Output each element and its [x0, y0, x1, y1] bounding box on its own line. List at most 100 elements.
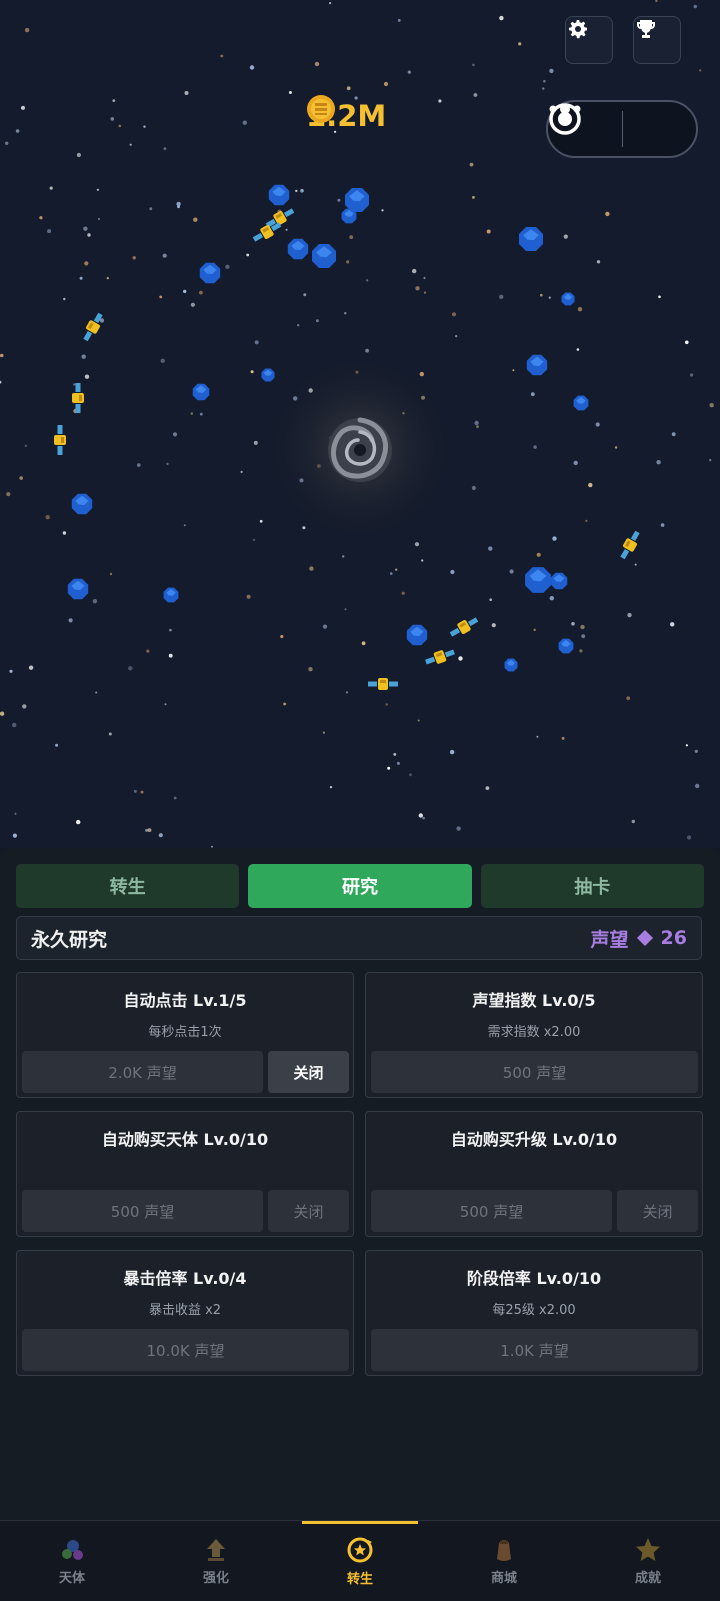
star — [476, 425, 479, 428]
star — [395, 568, 398, 571]
cost-button[interactable]: 500 声望 — [371, 1051, 698, 1093]
star — [176, 201, 181, 207]
star — [627, 612, 632, 618]
planet[interactable] — [287, 238, 309, 260]
star — [329, 786, 333, 789]
star — [690, 373, 694, 377]
star — [92, 599, 98, 604]
star — [450, 569, 455, 575]
star — [300, 188, 304, 193]
planet[interactable] — [573, 395, 589, 411]
black-hole[interactable] — [328, 417, 392, 482]
planet[interactable] — [519, 227, 543, 251]
toggle-button[interactable]: 关闭 — [617, 1190, 698, 1232]
star — [549, 596, 554, 601]
satellite[interactable] — [54, 425, 66, 455]
satellite[interactable] — [368, 678, 398, 690]
cost-button[interactable]: 1.0K 声望 — [371, 1329, 698, 1371]
satellite[interactable] — [617, 529, 642, 561]
planet[interactable] — [268, 184, 290, 206]
nav-item-bodies[interactable]: 天体 — [0, 1521, 144, 1601]
satellite[interactable] — [72, 383, 84, 413]
cost-button[interactable]: 2.0K 声望 — [22, 1051, 263, 1093]
planet[interactable] — [192, 383, 210, 401]
star — [12, 833, 17, 838]
star — [693, 4, 697, 9]
star — [670, 622, 675, 627]
nav-item-achievements[interactable]: 成就 — [576, 1521, 720, 1601]
nav-item-shop[interactable]: 商城 — [432, 1521, 576, 1601]
planet[interactable] — [550, 572, 568, 590]
star — [39, 216, 43, 220]
satellite[interactable] — [80, 311, 105, 343]
cost-button[interactable]: 500 声望 — [371, 1190, 612, 1232]
cost-button[interactable]: 500 声望 — [22, 1190, 263, 1232]
star — [62, 531, 67, 535]
planet[interactable] — [561, 292, 575, 306]
star — [83, 226, 88, 231]
star — [183, 524, 186, 527]
planet[interactable] — [504, 658, 518, 672]
star — [162, 253, 167, 258]
star — [422, 816, 425, 820]
planet[interactable] — [341, 208, 357, 224]
settings-button[interactable] — [565, 16, 613, 64]
star — [509, 569, 514, 574]
star — [614, 446, 618, 449]
satellite[interactable] — [448, 614, 480, 639]
planet[interactable] — [312, 244, 336, 268]
star — [158, 833, 163, 838]
star — [128, 666, 133, 671]
star — [344, 608, 347, 611]
close-button[interactable] — [549, 102, 697, 156]
star — [685, 744, 689, 747]
satellite[interactable] — [424, 646, 456, 668]
star — [561, 736, 565, 740]
star — [297, 324, 300, 327]
rebirth-icon — [347, 1537, 373, 1562]
tab-rebirth[interactable]: 转生 — [16, 864, 240, 908]
star — [47, 229, 52, 234]
star — [346, 260, 350, 264]
nav-item-rebirth[interactable]: 转生 — [288, 1521, 432, 1601]
space-scene[interactable]: 1.2M — [0, 0, 720, 848]
star — [387, 766, 391, 770]
star — [540, 293, 543, 297]
planet[interactable] — [71, 493, 93, 515]
trophy-button[interactable] — [633, 16, 681, 64]
star — [193, 217, 198, 222]
planet[interactable] — [199, 262, 221, 284]
star — [95, 691, 98, 694]
star — [634, 563, 637, 566]
tab-gacha[interactable]: 抽卡 — [480, 864, 704, 908]
star — [163, 147, 167, 151]
star — [418, 813, 423, 818]
star — [486, 229, 491, 234]
star — [19, 476, 24, 480]
star — [499, 15, 504, 21]
planet[interactable] — [406, 624, 428, 646]
card-title: 声望指数 Lv.0/5 — [472, 991, 596, 1010]
cost-button[interactable]: 10.0K 声望 — [22, 1329, 349, 1371]
tab-research[interactable]: 研究 — [248, 864, 472, 908]
toggle-button[interactable]: 关闭 — [268, 1190, 349, 1232]
toggle-button[interactable]: 关闭 — [268, 1051, 349, 1093]
planet[interactable] — [525, 567, 551, 593]
star — [250, 370, 254, 374]
planet[interactable] — [345, 188, 369, 212]
research-card-stage-multiplier: 阶段倍率 Lv.0/10 每25级 x2.00 1.0K 声望 — [365, 1250, 703, 1376]
star — [5, 141, 9, 145]
planet[interactable] — [163, 587, 179, 603]
star — [109, 572, 113, 576]
planet[interactable] — [67, 578, 89, 600]
star — [169, 628, 172, 632]
star — [309, 566, 314, 571]
nav-label: 商城 — [490, 1570, 517, 1586]
star — [577, 307, 583, 312]
planet[interactable] — [526, 354, 548, 376]
nav-item-upgrade[interactable]: 强化 — [144, 1521, 288, 1601]
planet[interactable] — [261, 368, 275, 382]
planet[interactable] — [558, 638, 574, 654]
star — [329, 1, 332, 5]
star — [225, 264, 230, 269]
